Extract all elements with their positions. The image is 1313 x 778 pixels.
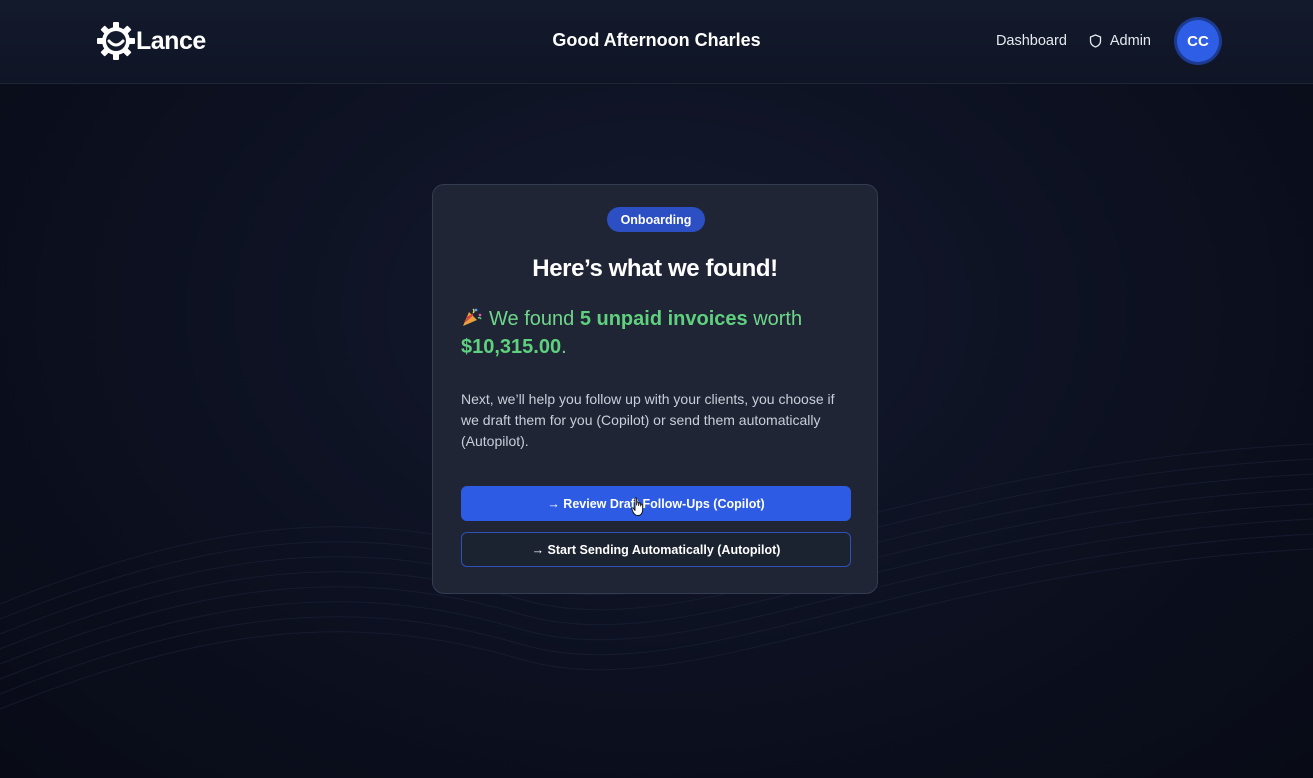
card-title: Here’s what we found!: [532, 255, 778, 282]
found-summary: We found 5 unpaid invoices worth $10,315…: [461, 305, 861, 361]
unpaid-amount: $10,315.00: [461, 336, 562, 358]
avatar[interactable]: CC: [1177, 20, 1219, 62]
nav-dashboard-link[interactable]: Dashboard: [996, 33, 1067, 49]
status-badge: Onboarding: [607, 207, 705, 232]
shield-icon: [1089, 34, 1102, 48]
nav-admin-link[interactable]: Admin: [1089, 33, 1151, 49]
top-nav: Dashboard Admin CC: [996, 20, 1219, 62]
unpaid-count: 5 unpaid invoices: [579, 308, 748, 330]
card-description: Next, we’ll help you follow up with your…: [461, 391, 835, 449]
found-prefix: We found: [489, 308, 575, 330]
nav-admin-label: Admin: [1109, 33, 1151, 49]
onboarding-card: Onboarding Here’s what we found! We foun…: [432, 184, 878, 594]
start-sending-automatically-button[interactable]: → Start Sending Automatically (Autopilot…: [461, 532, 851, 567]
found-middle: worth: [753, 308, 803, 330]
party-popper-icon: [463, 308, 482, 326]
found-suffix: .: [561, 336, 567, 358]
review-draft-followups-button[interactable]: → Review Draft Follow-Ups (Copilot): [461, 486, 851, 521]
top-header: Lance Good Afternoon Charles Dashboard A…: [0, 0, 1313, 84]
